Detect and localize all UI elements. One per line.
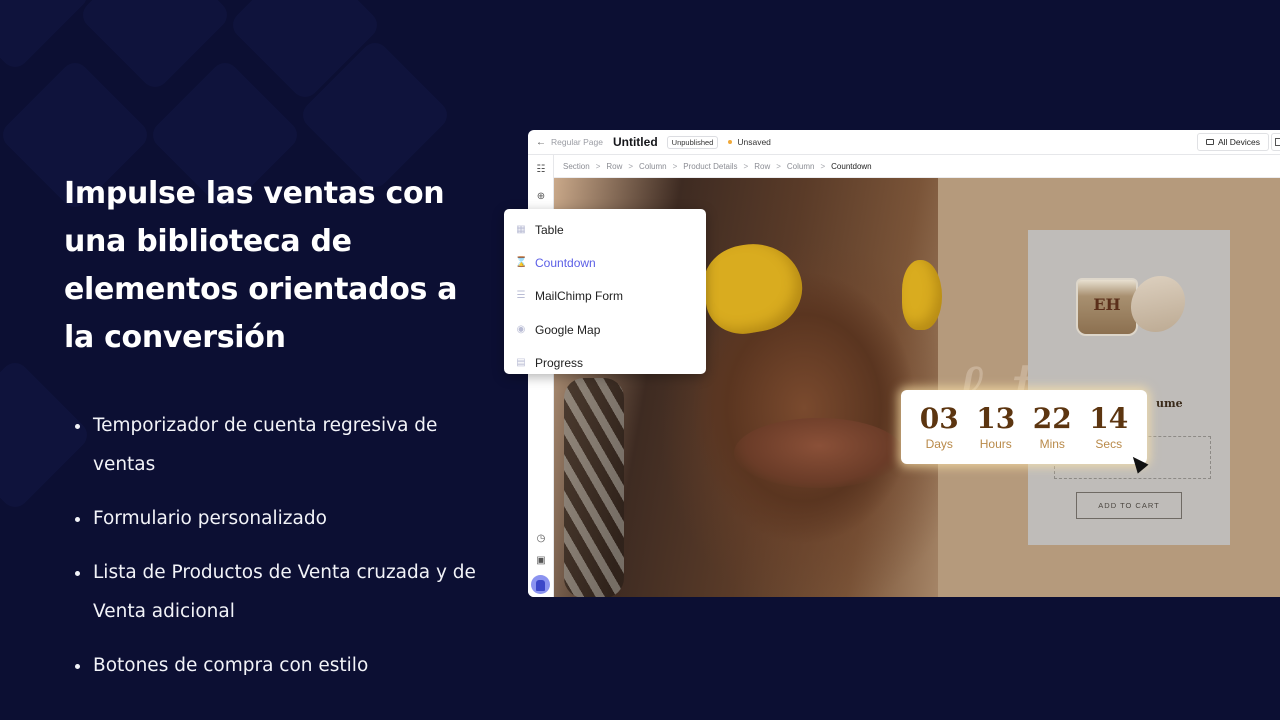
breadcrumb: Section > Row > Column > Product Details > R… <box>554 155 1280 178</box>
editor-topbar: ← Regular Page Untitled Unpublished Unsa… <box>528 130 1280 155</box>
menu-item-label: MailChimp Form <box>535 289 624 304</box>
feature-list: Temporizador de cuenta regresiva de vent… <box>64 406 484 685</box>
menu-item-google-map[interactable]: ◉ Google Map <box>504 313 706 346</box>
product-card[interactable]: EH ume ADD TO CART <box>1028 230 1230 545</box>
menu-item-label: Table <box>535 222 564 237</box>
hourglass-icon: ⌛ <box>515 256 528 268</box>
countdown-label: Mins <box>1039 437 1065 451</box>
table-icon: ▦ <box>516 223 526 235</box>
history-icon[interactable]: ◷ <box>534 532 548 546</box>
photo-hair <box>564 378 624 597</box>
headline: Impulse las ventas con una biblioteca de… <box>64 176 458 355</box>
breadcrumb-item[interactable]: Section <box>563 162 590 171</box>
sitemap-icon[interactable]: ☷ <box>534 163 548 177</box>
breadcrumb-item[interactable]: Row <box>606 162 622 171</box>
countdown-days: 03 Days <box>914 402 964 452</box>
progress-icon: ▤ <box>516 356 526 368</box>
breadcrumb-item[interactable]: Column <box>639 162 667 171</box>
breadcrumb-item[interactable]: Column <box>787 162 815 171</box>
chevron-right-icon: > <box>743 161 749 171</box>
menu-item-label: Progress <box>535 355 584 370</box>
photo-eye-patch <box>902 260 942 330</box>
all-devices-label: All Devices <box>1217 137 1260 147</box>
countdown-mins: 22 Mins <box>1027 402 1077 452</box>
page-type-link[interactable]: Regular Page <box>551 137 603 147</box>
countdown-hours: 13 Hours <box>971 402 1021 452</box>
menu-item-label: Google Map <box>535 322 601 337</box>
feature-item: Formulario personalizado <box>64 499 484 538</box>
menu-item-label: Countdown <box>535 255 596 270</box>
element-menu: ▦ Table ⌛ Countdown ☰ MailChimp Form ◉ G… <box>504 209 706 374</box>
menu-item-countdown[interactable]: ⌛ Countdown <box>504 246 706 279</box>
countdown-label: Secs <box>1095 437 1123 451</box>
feature-item: Lista de Productos de Venta cruzada y de… <box>64 553 484 631</box>
breadcrumb-item[interactable]: Row <box>754 162 770 171</box>
countdown-value: 03 <box>919 402 959 435</box>
photo-eye-patch <box>697 236 809 340</box>
save-status: Unsaved <box>737 137 771 147</box>
arrow-left-icon[interactable]: ← <box>536 137 546 148</box>
map-pin-icon: ◉ <box>516 323 526 335</box>
chevron-right-icon: > <box>820 161 826 171</box>
product-image: EH <box>1076 278 1138 336</box>
feature-item: Botones de compra con estilo <box>64 646 484 685</box>
photo-lips <box>734 418 904 488</box>
background-pattern <box>0 0 93 73</box>
avatar[interactable] <box>531 575 550 594</box>
menu-item-progress[interactable]: ▤ Progress <box>504 346 706 379</box>
countdown-label: Days <box>925 437 953 451</box>
layout-toggle-button[interactable] <box>1271 133 1280 151</box>
terminal-icon[interactable]: ▣ <box>534 554 548 568</box>
menu-item-table[interactable]: ▦ Table <box>504 213 706 246</box>
list-icon: ☰ <box>516 290 526 302</box>
monitor-icon <box>1205 139 1214 145</box>
countdown-label: Hours <box>979 437 1012 451</box>
marketing-panel: Impulse las ventas con una biblioteca de… <box>64 170 484 700</box>
chevron-right-icon: > <box>672 161 678 171</box>
chevron-right-icon: > <box>595 161 601 171</box>
feature-item: Temporizador de cuenta regresiva de vent… <box>64 406 484 484</box>
breadcrumb-item[interactable]: Product Details <box>683 162 737 171</box>
countdown-secs: 14 Secs <box>1084 402 1134 452</box>
menu-item-mailchimp-form[interactable]: ☰ MailChimp Form <box>504 280 706 313</box>
status-badge: Unpublished <box>666 135 719 149</box>
chevron-right-icon: > <box>628 161 634 171</box>
countdown-widget[interactable]: 03 Days 13 Hours 22 Mins 14 Secs <box>901 390 1147 464</box>
add-to-cart-button[interactable]: ADD TO CART <box>1076 492 1182 519</box>
chevron-right-icon: > <box>776 161 781 171</box>
countdown-value: 22 <box>1032 402 1072 435</box>
unsaved-dot-icon <box>728 140 733 144</box>
countdown-value: 14 <box>1089 402 1129 435</box>
breadcrumb-current[interactable]: Countdown <box>831 162 871 171</box>
layout-icon <box>1274 138 1280 146</box>
all-devices-button[interactable]: All Devices <box>1196 133 1269 151</box>
countdown-value: 13 <box>976 402 1016 435</box>
page-title[interactable]: Untitled <box>613 135 658 149</box>
add-circle-icon[interactable]: ⊕ <box>534 190 548 204</box>
product-name: ume <box>1156 397 1183 410</box>
